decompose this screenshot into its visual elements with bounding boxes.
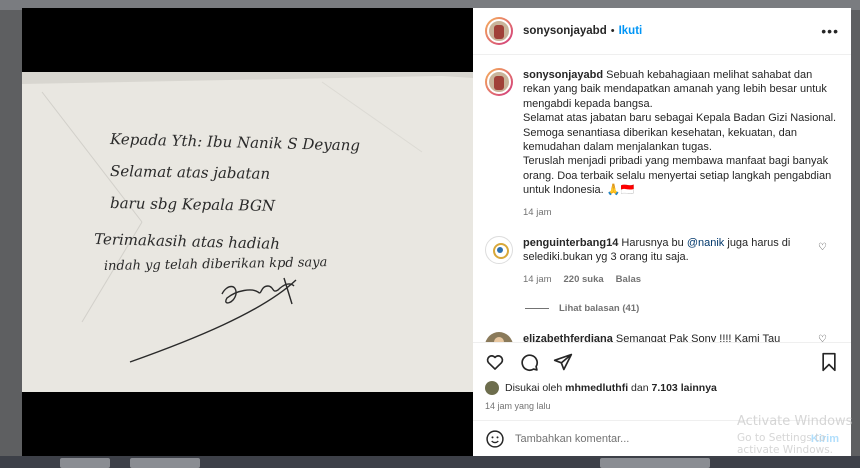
handwriting-line-4: Terimakasih atas hadiah [94, 230, 280, 253]
share-icon[interactable] [553, 352, 573, 372]
comment-like-heart-icon[interactable]: ♡ [818, 242, 827, 253]
likes-summary: Disukai oleh mhmedluthfi dan 7.103 lainn… [485, 381, 839, 395]
comment-time[interactable]: 14 jam [523, 273, 552, 287]
handwriting-line-3: baru sbg Kepala BGN [110, 194, 276, 215]
more-options-icon[interactable]: ••• [821, 23, 839, 39]
likes-others-count[interactable]: 7.103 lainnya [652, 382, 717, 394]
background-bottom-strip [0, 456, 860, 468]
author-username[interactable]: sonysonjayabd [523, 25, 607, 37]
comments-section[interactable]: sonysonjayabd Sebuah kebahagiaan melihat… [473, 56, 851, 342]
author-avatar[interactable] [485, 17, 513, 45]
background-thumbnail [600, 458, 710, 468]
heart-icon[interactable] [485, 352, 505, 372]
liker-avatar[interactable] [485, 381, 499, 395]
caption-time[interactable]: 14 jam [523, 206, 552, 220]
commenter-avatar[interactable] [485, 236, 513, 265]
handwriting-line-5: indah yg telah diberikan kpd saya [104, 255, 328, 274]
comment-reply-button[interactable]: Balas [616, 273, 641, 287]
bookmark-icon[interactable] [819, 352, 839, 372]
emoji-icon[interactable] [485, 429, 505, 449]
caption: sonysonjayabd Sebuah kebahagiaan melihat… [485, 68, 839, 220]
background-thumbnail [60, 458, 110, 468]
commenter-avatar[interactable] [485, 332, 513, 342]
caption-paragraph-4: Teruslah menjadi pribadi yang membawa ma… [523, 155, 832, 197]
handwriting-line-1: Kepada Yth: Ibu Nanik S Deyang [109, 130, 360, 155]
caption-username[interactable]: sonysonjayabd [523, 69, 603, 81]
comment-item: elizabethferdiana Semangat Pak Sony !!!!… [485, 332, 839, 342]
comment-mention-link[interactable]: @nanik [687, 237, 724, 249]
comment-like-heart-icon[interactable]: ♡ [818, 334, 827, 342]
liker-username[interactable]: mhmedluthfi [565, 382, 628, 394]
post-sidebar: sonysonjayabd • Ikuti ••• sonysonjayabd … [473, 8, 851, 456]
separator-dot: • [610, 25, 615, 37]
follow-button[interactable]: Ikuti [619, 25, 643, 37]
caption-author-avatar[interactable] [485, 68, 513, 96]
caption-body: sonysonjayabd Sebuah kebahagiaan melihat… [523, 68, 839, 220]
activation-watermark: Activate Windows Go to Settings to activ… [737, 414, 860, 456]
handwritten-note-image: Kepada Yth: Ibu Nanik S Deyang Selamat a… [22, 72, 473, 363]
comment-body: penguinterbang14 Harusnya bu @nanik juga… [523, 236, 813, 287]
likes-connector: dan [631, 382, 649, 394]
comment-item: penguinterbang14 Harusnya bu @nanik juga… [485, 236, 839, 287]
watermark-title: Activate Windows [737, 414, 853, 429]
comment-username[interactable]: elizabethferdiana [523, 333, 613, 342]
view-replies-button[interactable]: Lihat balasan (41) [525, 303, 839, 314]
post-photo-handwritten-note: Kepada Yth: Ibu Nanik S Deyang Selamat a… [22, 72, 473, 392]
post-media: Kepada Yth: Ibu Nanik S Deyang Selamat a… [22, 8, 473, 456]
comment-username[interactable]: penguinterbang14 [523, 237, 618, 249]
likes-prefix: Disukai oleh [505, 382, 563, 394]
comment-text-before: Harusnya bu [621, 237, 684, 250]
background-thumbnail [130, 458, 200, 468]
comment-likes-count[interactable]: 220 suka [564, 273, 604, 287]
post-header: sonysonjayabd • Ikuti ••• [473, 8, 851, 55]
comment-body: elizabethferdiana Semangat Pak Sony !!!!… [523, 332, 813, 342]
post-actions: Disukai oleh mhmedluthfi dan 7.103 lainn… [473, 342, 851, 411]
watermark-subtitle: Go to Settings to activate Windows. [737, 432, 834, 456]
comment-icon[interactable] [519, 352, 539, 372]
caption-paragraph-2: Selamat atas jabatan baru sebagai Kepala… [523, 112, 837, 125]
signature-mark [129, 277, 297, 363]
handwriting-line-2: Selamat atas jabatan [110, 162, 270, 183]
post-modal: Kepada Yth: Ibu Nanik S Deyang Selamat a… [22, 8, 851, 456]
comment-input[interactable] [515, 432, 765, 445]
post-timestamp[interactable]: 14 jam yang lalu [485, 401, 839, 411]
caption-paragraph-3: Semoga senantiasa diberikan kesehatan, k… [523, 126, 797, 154]
